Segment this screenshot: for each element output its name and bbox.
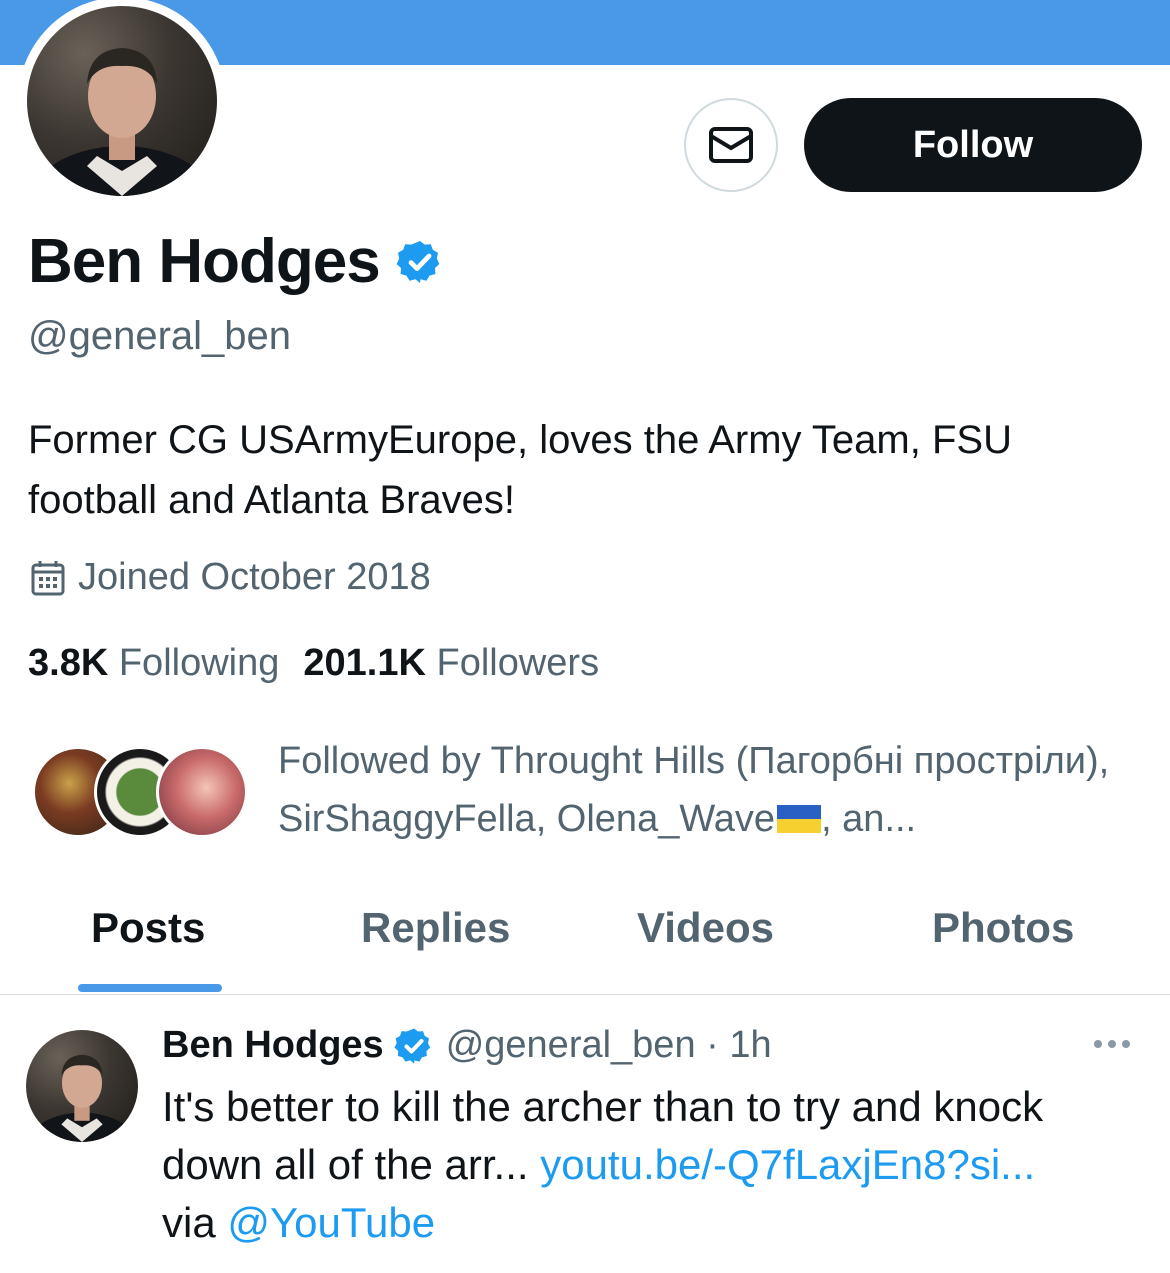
followers-link[interactable]: 201.1K Followers [303,642,599,684]
joined-date-row: Joined October 2018 [30,556,431,599]
profile-name: Ben Hodges [28,227,381,296]
profile-handle: @general_ben [28,314,292,358]
follow-stats: 3.8K Following 201.1K Followers [28,642,599,685]
followers-label: Followers [436,642,600,684]
followed-by-names: Followed by Throught Hills (Пагорбні про… [278,740,1110,840]
avatar-portrait [26,1054,138,1142]
post-link[interactable]: youtu.be/-Q7fLaxjEn8?si... [540,1141,1035,1188]
tab-photos[interactable]: Photos [932,904,1074,952]
joined-date: Joined October 2018 [78,556,431,598]
post-handle-time: @general_ben · 1h [445,1024,772,1066]
profile-name-row: Ben Hodges [28,226,444,297]
post-author-avatar[interactable] [26,1030,138,1142]
tab-posts[interactable]: Posts [91,904,205,952]
post-body: It's better to kill the archer than to t… [162,1078,1152,1252]
more-options-icon[interactable] [1094,1040,1130,1048]
profile-avatar[interactable] [27,6,217,196]
following-link[interactable]: 3.8K Following [28,642,279,684]
follower-avatar-3[interactable] [156,746,248,838]
profile-bio: Former CG USArmyEurope, loves the Army T… [28,418,1012,522]
post-header: Ben Hodges @general_ben · 1h [162,1024,772,1067]
post-author-name[interactable]: Ben Hodges [162,1024,384,1067]
tab-replies[interactable]: Replies [361,904,510,952]
followers-count: 201.1K [303,642,426,684]
message-button[interactable] [684,98,778,192]
profile-tabs: Posts Replies Videos Photos [0,880,1170,995]
active-tab-indicator [78,984,222,992]
ukraine-flag-icon [777,805,822,833]
verified-badge-icon[interactable] [394,1026,434,1066]
post-via: via [162,1199,216,1246]
followed-by-suffix: , an... [821,798,917,840]
follow-button[interactable]: Follow [804,98,1142,192]
followed-by-text[interactable]: Followed by Throught Hills (Пагорбні про… [278,732,1158,848]
envelope-icon [709,127,753,163]
following-count: 3.8K [28,642,109,684]
following-label: Following [118,642,280,684]
avatar-portrait [28,48,216,196]
tab-videos[interactable]: Videos [637,904,774,952]
verified-badge-icon[interactable] [396,238,444,286]
post-mention[interactable]: @YouTube [227,1199,435,1246]
calendar-icon [31,560,65,595]
